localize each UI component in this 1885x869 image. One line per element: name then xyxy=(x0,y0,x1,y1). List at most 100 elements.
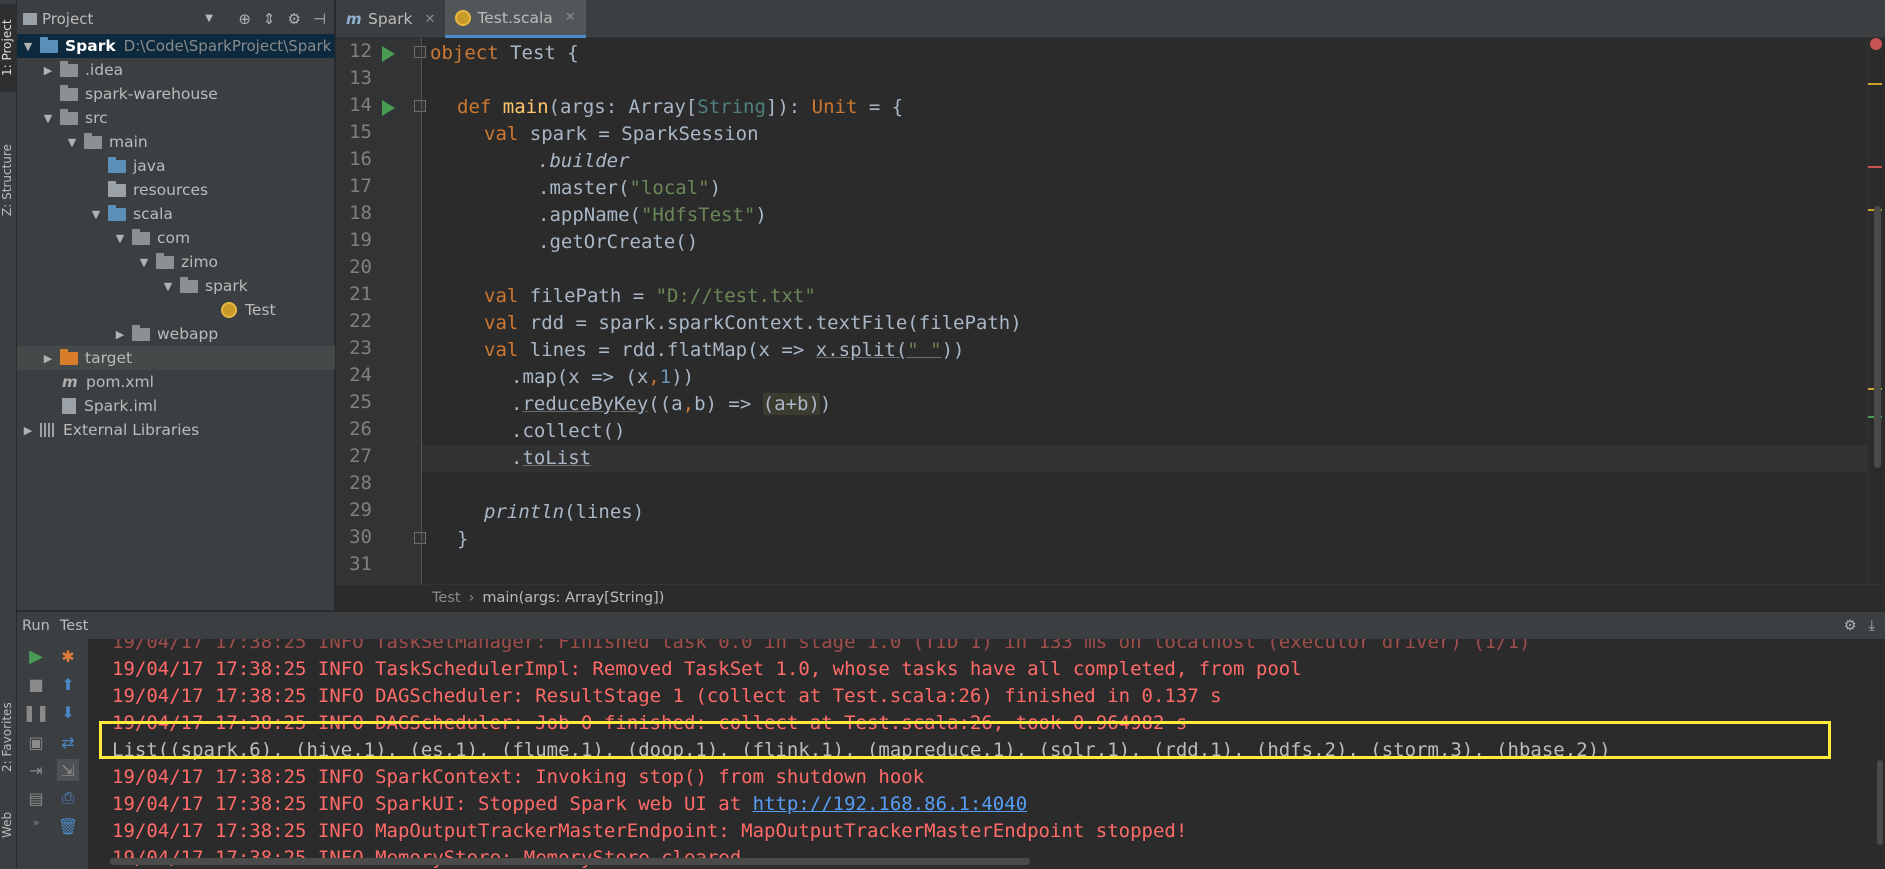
code-token: val xyxy=(484,312,519,334)
tree-item-label: resources xyxy=(133,181,209,199)
hide-panel-icon[interactable]: ⤓ xyxy=(1869,618,1875,634)
error-indicator-icon[interactable] xyxy=(1870,38,1882,50)
layout-icon[interactable]: ▤ xyxy=(25,787,47,809)
code-line-21: val filePath = "D://test.txt" xyxy=(430,283,816,310)
tree-item-com[interactable]: ▼ com xyxy=(17,226,335,250)
console-vertical-scrollbar[interactable] xyxy=(1877,760,1883,845)
package-icon xyxy=(156,252,174,269)
debug-icon[interactable]: ✱ xyxy=(57,645,79,667)
stop-icon[interactable]: ■ xyxy=(25,673,47,695)
tree-item-label: src xyxy=(85,109,108,127)
fold-icon[interactable] xyxy=(414,100,426,112)
code-token: spark = SparkSession xyxy=(518,123,759,145)
tree-item-src[interactable]: ▼ src xyxy=(17,106,335,130)
fold-icon[interactable] xyxy=(414,532,426,544)
horizontal-scrollbar[interactable] xyxy=(110,858,1030,865)
expand-arrow-icon[interactable]: ▼ xyxy=(113,232,127,245)
tree-item-zimo[interactable]: ▼ zimo xyxy=(17,250,335,274)
code-token: val xyxy=(484,339,519,361)
more-icon[interactable]: » xyxy=(25,811,47,833)
run-config-label[interactable]: Test xyxy=(60,618,89,634)
folder-icon xyxy=(84,132,102,149)
hide-panel-icon[interactable]: ⊣ xyxy=(313,10,326,28)
trash-icon[interactable]: 🗑 xyxy=(57,815,79,837)
expand-arrow-icon[interactable]: ▼ xyxy=(65,136,79,149)
scroll-to-end-icon[interactable]: ⇲ xyxy=(57,759,79,781)
tree-item-main[interactable]: ▼ main xyxy=(17,130,335,154)
collapse-arrow-icon[interactable]: ▶ xyxy=(113,328,127,341)
run-object-icon[interactable] xyxy=(382,46,395,62)
soft-wrap-icon[interactable]: ⇄ xyxy=(57,731,79,753)
code-token: , xyxy=(648,366,660,388)
tree-item-webapp[interactable]: ▶ webapp xyxy=(17,322,335,346)
code-line-23: val lines = rdd.flatMap(x => x.split(" "… xyxy=(430,337,964,364)
tree-item-resources[interactable]: resources xyxy=(17,178,335,202)
tab-label: Spark xyxy=(368,10,413,28)
close-icon[interactable]: ✕ xyxy=(565,10,576,25)
tree-item-target[interactable]: ▶ target xyxy=(17,346,335,370)
tree-item-pom-xml[interactable]: m pom.xml xyxy=(17,370,335,394)
code-token: , xyxy=(682,393,695,415)
tree-item-idea[interactable]: ▶ .idea xyxy=(17,58,335,82)
collapse-arrow-icon[interactable]: ▶ xyxy=(41,64,55,77)
exit-icon[interactable]: ⇥ xyxy=(25,759,47,781)
tab-test-scala[interactable]: Test.scala ✕ xyxy=(445,0,586,38)
collapse-arrow-icon[interactable]: ▶ xyxy=(41,352,55,365)
excluded-folder-icon xyxy=(60,348,78,365)
print-icon[interactable]: ⎙ xyxy=(57,787,79,809)
close-icon[interactable]: ✕ xyxy=(425,12,436,27)
tree-item-test[interactable]: Test xyxy=(17,298,335,322)
line-number: 21 xyxy=(349,283,372,305)
project-panel: Project ▼ ⊕ ⇕ ⚙ ⊣ ▼ Spark D:\Code\SparkP… xyxy=(17,0,335,610)
expand-arrow-icon[interactable]: ▼ xyxy=(21,40,35,53)
tree-item-label: .idea xyxy=(85,61,124,79)
gear-icon[interactable]: ⚙ xyxy=(1844,618,1857,634)
code-token: " " xyxy=(907,339,942,361)
tree-item-java[interactable]: java xyxy=(17,154,335,178)
pause-icon[interactable]: ❚❚ xyxy=(23,701,50,723)
project-view-icon xyxy=(23,12,37,25)
gear-icon[interactable]: ⚙ xyxy=(287,10,300,28)
folder-icon xyxy=(60,108,78,125)
fold-icon[interactable] xyxy=(414,46,426,58)
tab-spark[interactable]: m Spark ✕ xyxy=(336,0,445,38)
tree-item-spark-root[interactable]: ▼ Spark D:\Code\SparkProject\Spark xyxy=(17,34,335,58)
tree-item-spark-iml[interactable]: Spark.iml xyxy=(17,394,335,418)
expand-arrow-icon[interactable]: ▼ xyxy=(41,112,55,125)
locate-icon[interactable]: ⊕ xyxy=(238,10,251,28)
line-number: 26 xyxy=(349,418,372,440)
collapse-arrow-icon[interactable]: ▶ xyxy=(21,424,35,437)
code-token: .builder xyxy=(538,150,630,172)
project-view-selector[interactable]: Project ▼ xyxy=(23,10,213,28)
error-mark[interactable] xyxy=(1868,166,1882,168)
breadcrumb-item[interactable]: main(args: Array[String]) xyxy=(482,590,664,606)
tree-item-spark-warehouse[interactable]: spark-warehouse xyxy=(17,82,335,106)
dump-threads-icon[interactable]: ▣ xyxy=(25,731,47,753)
source-folder-icon xyxy=(108,204,126,221)
tool-tab-web[interactable]: Web xyxy=(0,805,17,845)
tool-tab-project[interactable]: 1: Project xyxy=(0,4,17,92)
up-arrow-icon[interactable]: ⬆ xyxy=(57,673,79,695)
down-arrow-icon[interactable]: ⬇ xyxy=(57,701,79,723)
expand-arrow-icon[interactable]: ▼ xyxy=(161,280,175,293)
error-stripe[interactable] xyxy=(1867,38,1885,584)
breadcrumb-item[interactable]: Test xyxy=(432,590,461,606)
rerun-icon[interactable]: ▶ xyxy=(25,645,47,667)
tree-item-external-libraries[interactable]: ▶ External Libraries xyxy=(17,418,335,442)
spark-ui-link[interactable]: http://192.168.86.1:4040 xyxy=(753,793,1028,815)
tool-tab-structure[interactable]: Z: Structure xyxy=(0,130,17,230)
expand-arrow-icon[interactable]: ▼ xyxy=(137,256,151,269)
code-editor[interactable]: 12 13 14 15 16 17 18 19 20 21 22 23 24 2… xyxy=(336,38,1885,584)
expand-arrow-icon[interactable]: ▼ xyxy=(89,208,103,221)
collapse-all-icon[interactable]: ⇕ xyxy=(263,10,276,28)
warning-mark[interactable] xyxy=(1868,83,1882,85)
code-token: (lines) xyxy=(564,501,645,523)
code-token: .map(x => (x xyxy=(511,366,649,388)
run-main-icon[interactable] xyxy=(382,100,395,116)
tree-item-spark-package[interactable]: ▼ spark xyxy=(17,274,335,298)
code-token: x.split( xyxy=(815,339,908,361)
tree-item-label: Spark xyxy=(65,37,116,55)
vertical-scrollbar[interactable] xyxy=(1874,206,1881,468)
tree-item-scala[interactable]: ▼ scala xyxy=(17,202,335,226)
tool-tab-favorites[interactable]: 2: Favorites xyxy=(0,690,17,785)
